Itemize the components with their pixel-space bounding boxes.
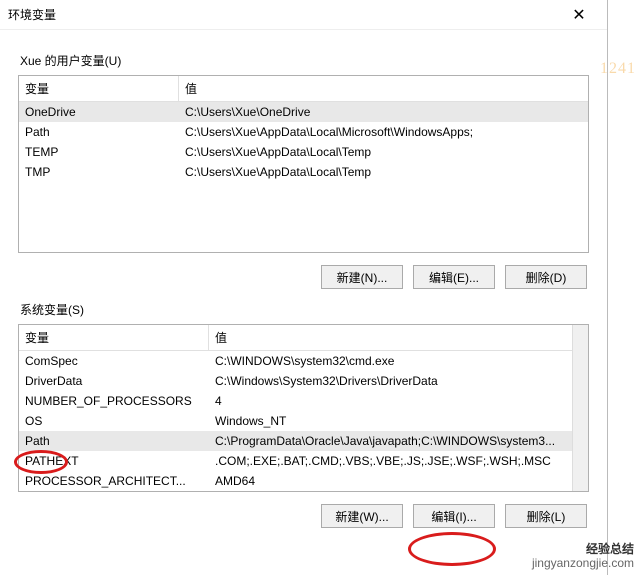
- table-row[interactable]: OneDriveC:\Users\Xue\OneDrive: [19, 102, 588, 122]
- table-row[interactable]: TMPC:\Users\Xue\AppData\Local\Temp: [19, 162, 588, 182]
- table-row[interactable]: ComSpecC:\WINDOWS\system32\cmd.exe: [19, 351, 588, 371]
- cell-value: AMD64: [209, 471, 588, 491]
- close-button[interactable]: ✕: [559, 1, 599, 29]
- watermark-url: jingyanzongjie.com: [532, 557, 634, 569]
- cell-variable: Path: [19, 122, 179, 142]
- cell-variable: NUMBER_OF_PROCESSORS: [19, 391, 209, 411]
- user-edit-button[interactable]: 编辑(E)...: [413, 265, 495, 289]
- watermark-code: 1241: [600, 60, 636, 78]
- cell-value: C:\Users\Xue\AppData\Local\Microsoft\Win…: [179, 122, 588, 142]
- column-value[interactable]: 值: [179, 76, 588, 101]
- system-new-button[interactable]: 新建(W)...: [321, 504, 403, 528]
- titlebar: 环境变量 ✕: [0, 0, 607, 30]
- system-delete-button[interactable]: 删除(L): [505, 504, 587, 528]
- system-edit-button[interactable]: 编辑(I)...: [413, 504, 495, 528]
- watermark-brand: 经验总结 jingyanzongjie.com: [532, 535, 634, 569]
- column-variable[interactable]: 变量: [19, 76, 179, 101]
- cell-value: .COM;.EXE;.BAT;.CMD;.VBS;.VBE;.JS;.JSE;.…: [209, 451, 588, 471]
- scrollbar[interactable]: [572, 325, 588, 491]
- table-row[interactable]: PATHEXT.COM;.EXE;.BAT;.CMD;.VBS;.VBE;.JS…: [19, 451, 588, 471]
- cell-variable: ComSpec: [19, 351, 209, 371]
- cell-value: C:\Users\Xue\AppData\Local\Temp: [179, 162, 588, 182]
- cell-value: C:\Users\Xue\AppData\Local\Temp: [179, 142, 588, 162]
- cell-value: Windows_NT: [209, 411, 588, 431]
- dialog-content: Xue 的用户变量(U) 变量 值 OneDriveC:\Users\Xue\O…: [0, 30, 607, 528]
- table-row[interactable]: OSWindows_NT: [19, 411, 588, 431]
- cell-value: 4: [209, 391, 588, 411]
- dialog-title: 环境变量: [8, 6, 559, 23]
- table-row[interactable]: NUMBER_OF_PROCESSORS4: [19, 391, 588, 411]
- user-new-button[interactable]: 新建(N)...: [321, 265, 403, 289]
- cell-variable: PATHEXT: [19, 451, 209, 471]
- table-row[interactable]: PathC:\Users\Xue\AppData\Local\Microsoft…: [19, 122, 588, 142]
- cell-variable: Path: [19, 431, 209, 451]
- cell-variable: DriverData: [19, 371, 209, 391]
- table-row[interactable]: PathC:\ProgramData\Oracle\Java\javapath;…: [19, 431, 588, 451]
- cell-variable: OS: [19, 411, 209, 431]
- cell-value: C:\Users\Xue\OneDrive: [179, 102, 588, 122]
- table-row[interactable]: DriverDataC:\Windows\System32\Drivers\Dr…: [19, 371, 588, 391]
- environment-variables-dialog: 环境变量 ✕ Xue 的用户变量(U) 变量 值 OneDriveC:\User…: [0, 0, 608, 575]
- watermark-text: 经验总结: [586, 542, 634, 556]
- table-header: 变量 值: [19, 76, 588, 102]
- system-button-row: 新建(W)... 编辑(I)... 删除(L): [18, 504, 587, 528]
- table-row[interactable]: PROCESSOR_ARCHITECT...AMD64: [19, 471, 588, 491]
- column-variable[interactable]: 变量: [19, 325, 209, 350]
- user-variables-label: Xue 的用户变量(U): [20, 52, 589, 69]
- system-variables-label: 系统变量(S): [20, 301, 589, 318]
- user-variables-table: 变量 值 OneDriveC:\Users\Xue\OneDrivePathC:…: [18, 75, 589, 253]
- table-row[interactable]: TEMPC:\Users\Xue\AppData\Local\Temp: [19, 142, 588, 162]
- table-header: 变量 值: [19, 325, 588, 351]
- system-table-body: ComSpecC:\WINDOWS\system32\cmd.exeDriver…: [19, 351, 588, 491]
- user-table-body: OneDriveC:\Users\Xue\OneDrivePathC:\User…: [19, 102, 588, 252]
- cell-value: C:\Windows\System32\Drivers\DriverData: [209, 371, 588, 391]
- cell-variable: TEMP: [19, 142, 179, 162]
- column-value[interactable]: 值: [209, 325, 588, 350]
- cell-value: C:\ProgramData\Oracle\Java\javapath;C:\W…: [209, 431, 588, 451]
- cell-variable: TMP: [19, 162, 179, 182]
- system-table-wrapper: 变量 值 ComSpecC:\WINDOWS\system32\cmd.exeD…: [18, 324, 589, 492]
- system-variables-table: 变量 值 ComSpecC:\WINDOWS\system32\cmd.exeD…: [18, 324, 589, 492]
- user-button-row: 新建(N)... 编辑(E)... 删除(D): [18, 265, 587, 289]
- cell-variable: OneDrive: [19, 102, 179, 122]
- cell-variable: PROCESSOR_ARCHITECT...: [19, 471, 209, 491]
- cell-value: C:\WINDOWS\system32\cmd.exe: [209, 351, 588, 371]
- user-delete-button[interactable]: 删除(D): [505, 265, 587, 289]
